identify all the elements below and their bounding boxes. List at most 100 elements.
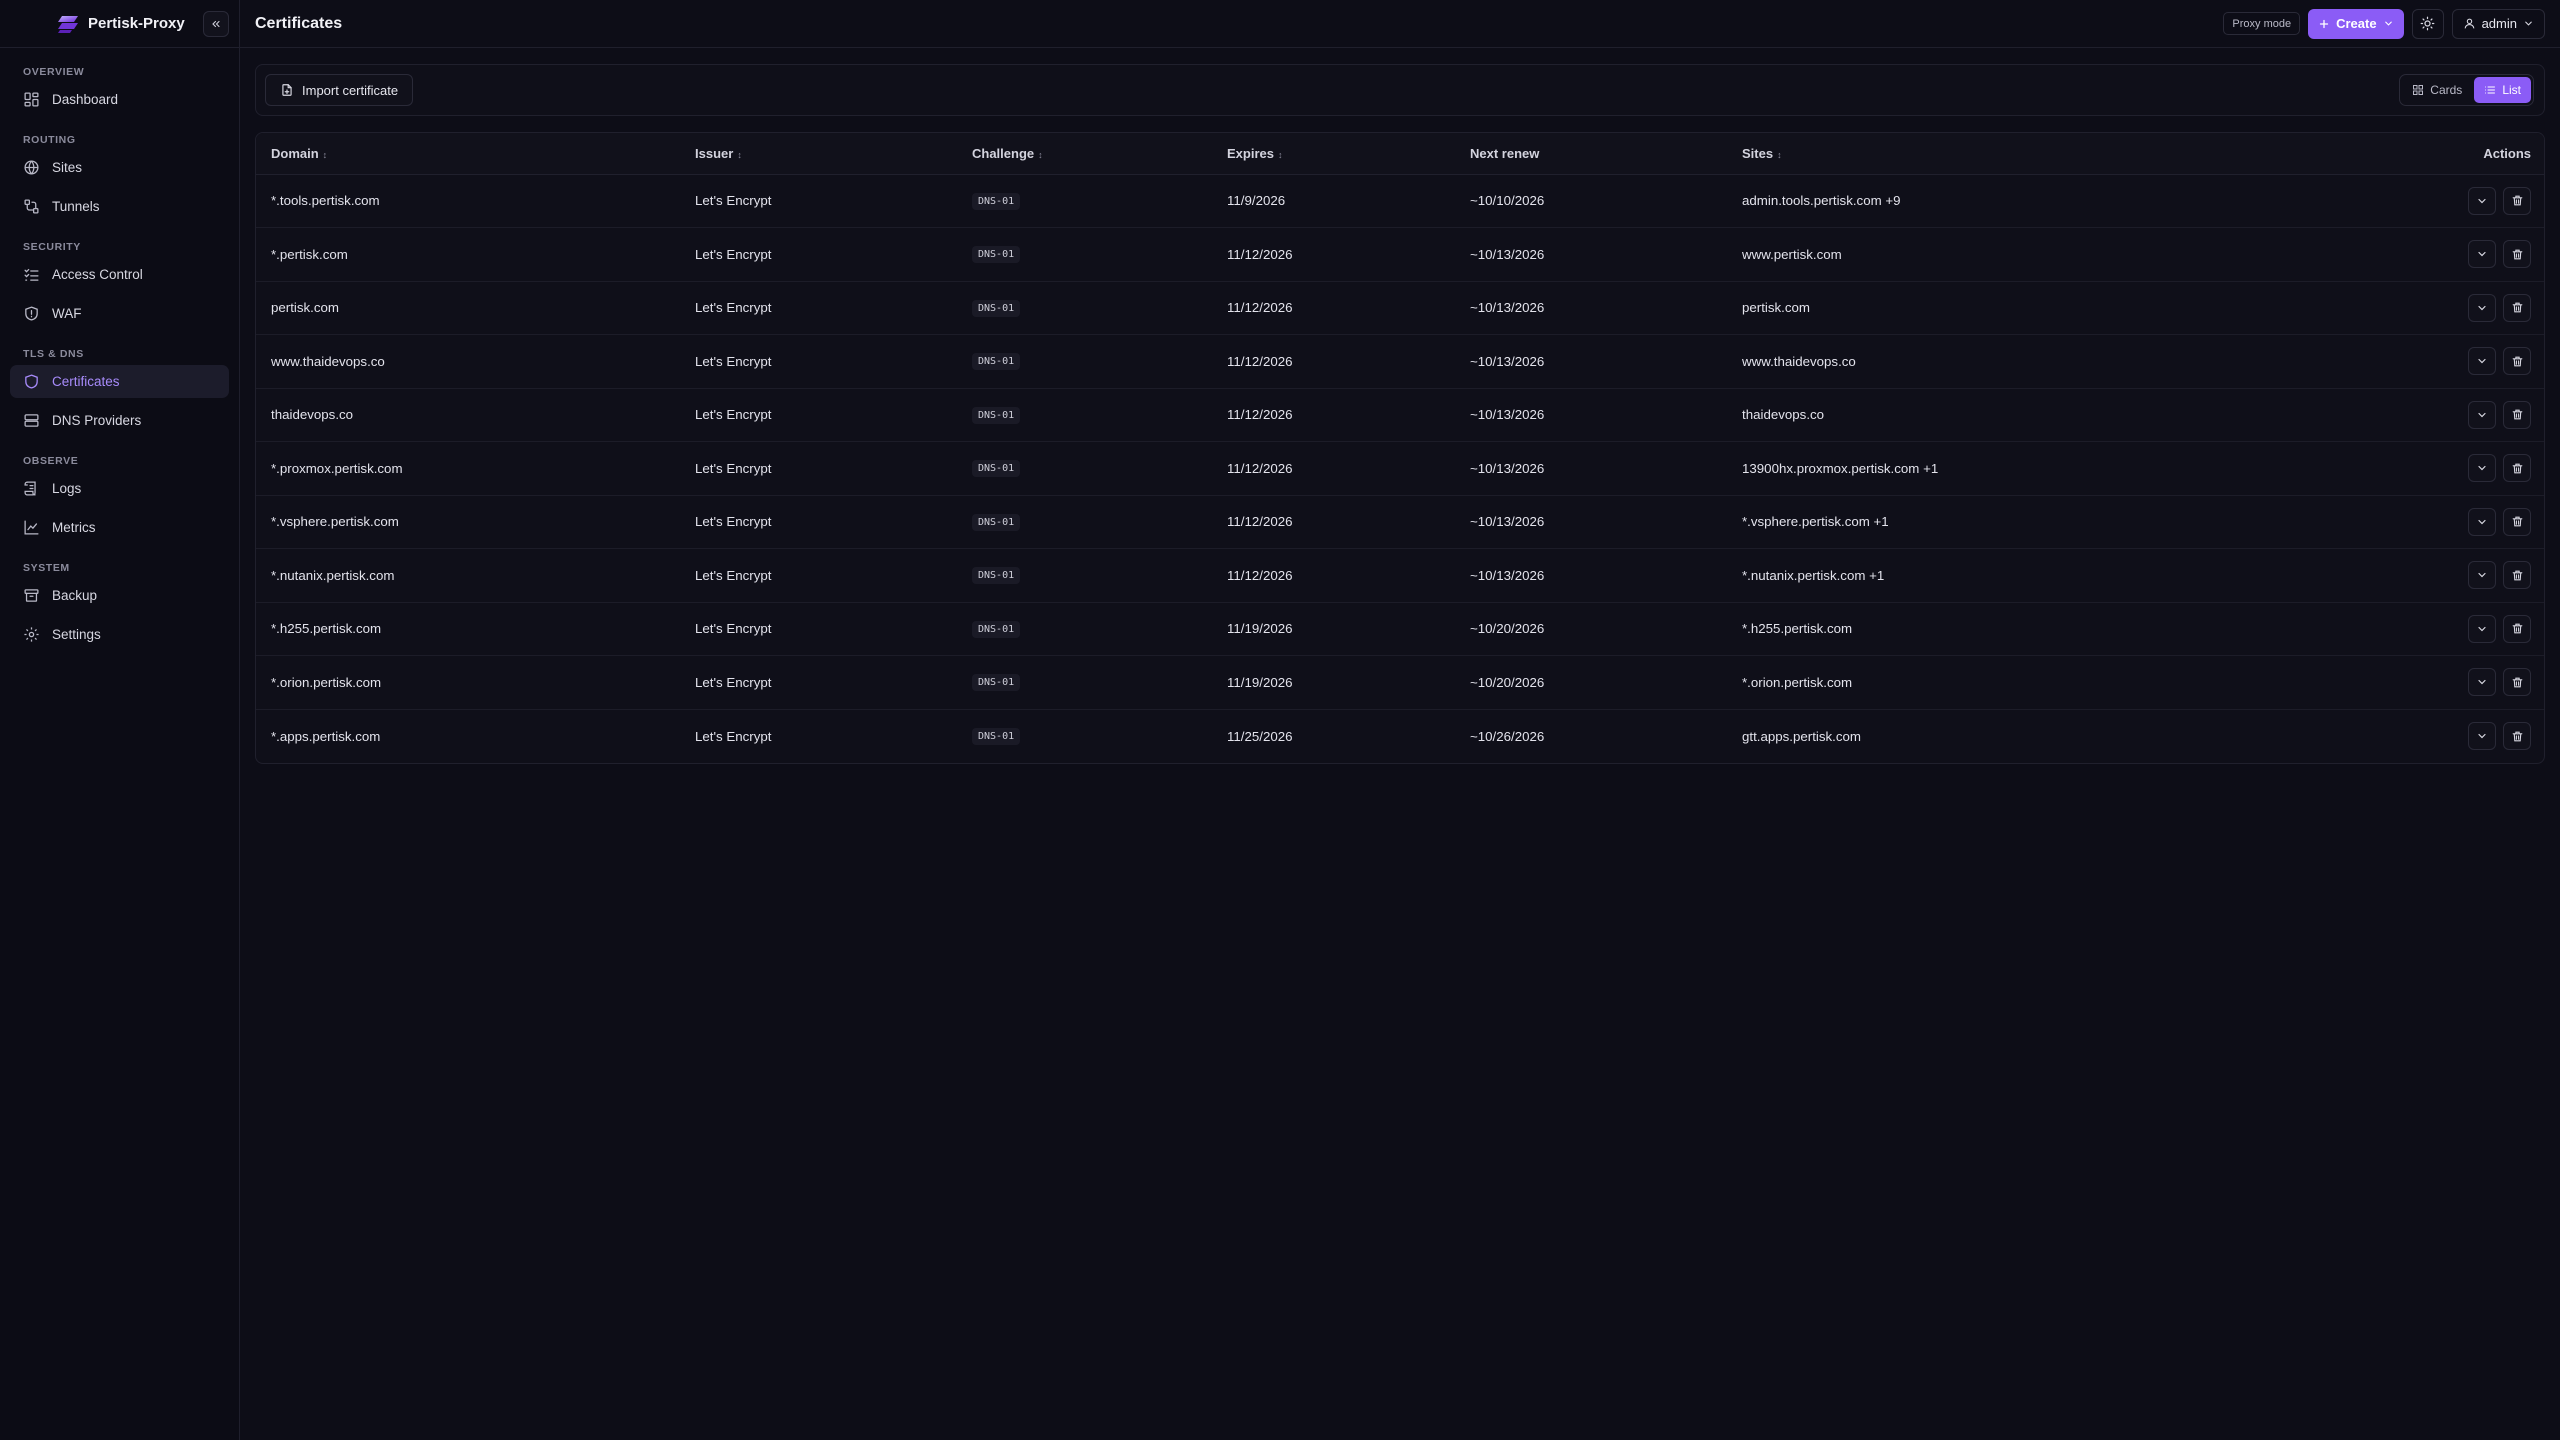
sidebar-item-label: DNS Providers [52, 413, 142, 428]
column-header-domain[interactable]: Domain ↕ [256, 133, 680, 175]
delete-button[interactable] [2503, 240, 2531, 269]
sidebar-item-dns-providers[interactable]: DNS Providers [10, 404, 229, 437]
expand-row-button[interactable] [2468, 561, 2496, 590]
cell-expires: 11/19/2026 [1212, 602, 1455, 656]
table-row[interactable]: *.orion.pertisk.com Let's Encrypt DNS-01… [256, 655, 2544, 710]
sort-icon: ↕ [737, 149, 742, 160]
shield-alert-icon [23, 305, 40, 322]
column-header-sites[interactable]: Sites ↕ [1727, 133, 2087, 175]
expires-text: 11/12/2026 [1227, 246, 1293, 262]
sidebar-item-tunnels[interactable]: Tunnels [10, 190, 229, 223]
trash-icon [2512, 570, 2522, 581]
table-row[interactable]: *.pertisk.com Let's Encrypt DNS-01 11/12… [256, 227, 2544, 282]
issuer-text: Let's Encrypt [695, 300, 772, 316]
sidebar-item-backup[interactable]: Backup [10, 579, 229, 612]
import-certificate-button[interactable]: Import certificate [265, 74, 414, 106]
delete-button[interactable] [2503, 561, 2531, 590]
expand-row-button[interactable] [2468, 614, 2496, 643]
cell-expires: 11/25/2026 [1212, 709, 1455, 763]
table-row[interactable]: *.tools.pertisk.com Let's Encrypt DNS-01… [256, 174, 2544, 228]
sidebar-item-logs[interactable]: Logs [10, 472, 229, 505]
domain-text: thaidevops.co [271, 407, 354, 423]
column-label: Challenge [972, 145, 1035, 161]
nav-section-title: TLS & DNS [23, 348, 84, 360]
sidebar-item-sites[interactable]: Sites [10, 151, 229, 184]
chevron-down-icon [2478, 466, 2486, 471]
sidebar-item-settings[interactable]: Settings [10, 618, 229, 651]
view-list-button[interactable]: List [2474, 77, 2531, 103]
cell-domain: pertisk.com [256, 281, 680, 335]
sidebar-item-metrics[interactable]: Metrics [10, 511, 229, 544]
expand-row-button[interactable] [2468, 668, 2496, 697]
sidebar-item-certificates[interactable]: Certificates [10, 365, 229, 398]
column-header-actions: Actions [2087, 133, 2544, 175]
expand-row-button[interactable] [2468, 293, 2496, 322]
sidebar-item-label: Metrics [52, 520, 96, 535]
cell-actions [2087, 281, 2544, 335]
sidebar-item-waf[interactable]: WAF [10, 297, 229, 330]
next-renew-text: ~10/13/2026 [1470, 300, 1545, 316]
table-row[interactable]: pertisk.com Let's Encrypt DNS-01 11/12/2… [256, 281, 2544, 335]
sidebar-item-access-control[interactable]: Access Control [10, 258, 229, 291]
domain-text: *.h255.pertisk.com [271, 621, 382, 637]
nav-section-title: OBSERVE [23, 455, 79, 467]
chevron-down-icon [2478, 519, 2486, 525]
delete-button[interactable] [2503, 400, 2531, 429]
column-header-issuer[interactable]: Issuer ↕ [680, 133, 957, 175]
expand-row-button[interactable] [2468, 240, 2496, 269]
table-row[interactable]: *.nutanix.pertisk.com Let's Encrypt DNS-… [256, 548, 2544, 603]
table-row[interactable]: www.thaidevops.co Let's Encrypt DNS-01 1… [256, 334, 2544, 389]
create-button[interactable]: Create [2308, 8, 2404, 39]
column-label: Issuer [695, 145, 734, 161]
sidebar: Pertisk-Proxy OVERVIEW Dashboard ROUTING… [0, 0, 240, 1440]
expand-row-button[interactable] [2468, 400, 2496, 429]
main-content: Certificates Proxy mode Create admin Imp… [240, 0, 2560, 1440]
cell-challenge: DNS-01 [957, 388, 1212, 442]
delete-button[interactable] [2503, 293, 2531, 322]
delete-button[interactable] [2503, 347, 2531, 376]
view-cards-button[interactable]: Cards [2402, 77, 2472, 103]
delete-button[interactable] [2503, 614, 2531, 643]
cell-challenge: DNS-01 [957, 174, 1212, 228]
delete-button[interactable] [2503, 454, 2531, 483]
table-row[interactable]: *.proxmox.pertisk.com Let's Encrypt DNS-… [256, 441, 2544, 496]
cell-expires: 11/19/2026 [1212, 655, 1455, 710]
delete-button[interactable] [2503, 668, 2531, 697]
sun-icon [2420, 16, 2435, 31]
table-row[interactable]: *.vsphere.pertisk.com Let's Encrypt DNS-… [256, 495, 2544, 549]
column-header-challenge[interactable]: Challenge ↕ [957, 133, 1212, 175]
expand-row-button[interactable] [2468, 722, 2496, 750]
cell-expires: 11/12/2026 [1212, 495, 1455, 549]
cell-next-renew: ~10/20/2026 [1455, 602, 1727, 656]
expand-row-button[interactable] [2468, 454, 2496, 483]
table-row[interactable]: thaidevops.co Let's Encrypt DNS-01 11/12… [256, 388, 2544, 442]
challenge-badge: DNS-01 [972, 567, 1021, 585]
chevron-down-icon [2478, 733, 2486, 739]
cell-actions [2087, 388, 2544, 442]
column-header-expires[interactable]: Expires ↕ [1212, 133, 1455, 175]
sidebar-item-label: Certificates [52, 374, 120, 389]
delete-button[interactable] [2503, 186, 2531, 215]
delete-button[interactable] [2503, 722, 2531, 750]
challenge-badge: DNS-01 [972, 353, 1021, 371]
theme-toggle-button[interactable] [2411, 8, 2444, 39]
trash-icon [2512, 195, 2522, 206]
cell-domain: *.orion.pertisk.com [256, 655, 680, 710]
sidebar-item-dashboard[interactable]: Dashboard [10, 83, 229, 116]
expand-row-button[interactable] [2468, 347, 2496, 376]
cell-challenge: DNS-01 [957, 548, 1212, 603]
expand-row-button[interactable] [2468, 507, 2496, 536]
next-renew-text: ~10/13/2026 [1470, 460, 1545, 476]
table-row[interactable]: *.h255.pertisk.com Let's Encrypt DNS-01 … [256, 602, 2544, 656]
chevron-down-icon [2478, 305, 2486, 311]
sites-text: gtt.apps.pertisk.com [1742, 728, 1861, 744]
table-row[interactable]: *.apps.pertisk.com Let's Encrypt DNS-01 … [256, 709, 2544, 763]
cell-next-renew: ~10/13/2026 [1455, 334, 1727, 389]
challenge-badge: DNS-01 [972, 674, 1021, 692]
issuer-text: Let's Encrypt [695, 246, 772, 262]
user-menu-button[interactable]: admin [2451, 8, 2545, 39]
collapse-sidebar-button[interactable] [203, 11, 229, 37]
expand-row-button[interactable] [2468, 186, 2496, 215]
gear-icon [23, 626, 40, 643]
delete-button[interactable] [2503, 507, 2531, 536]
